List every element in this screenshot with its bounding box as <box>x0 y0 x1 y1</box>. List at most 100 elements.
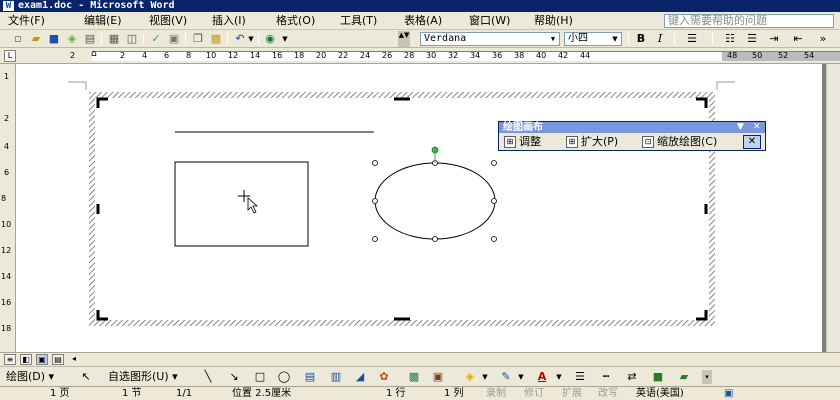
text-wrapping-icon[interactable]: ✕ <box>743 135 761 149</box>
toolbar-options-icon[interactable]: ▲▼ <box>398 31 410 47</box>
paste-icon[interactable]: ▩ <box>208 32 224 46</box>
rectangle-tool-icon[interactable]: □ <box>252 370 268 384</box>
horizontal-ruler[interactable]: L ⌂ 2 2 4 6 8 10 12 14 16 18 20 22 24 26… <box>0 48 840 64</box>
align-center-icon[interactable]: ☰ <box>684 32 700 46</box>
spelling-status-icon[interactable]: ▣ <box>724 387 733 400</box>
status-extend[interactable]: 扩展 <box>562 387 582 400</box>
menu-help[interactable]: 帮助(H) <box>532 14 575 28</box>
shadow-icon[interactable]: ■ <box>650 370 666 384</box>
numbering-icon[interactable]: ☷ <box>722 32 738 46</box>
scroll-left-icon[interactable]: ◂ <box>68 354 80 365</box>
menu-file[interactable]: 文件(F) <box>6 14 47 28</box>
menu-table[interactable]: 表格(A) <box>402 14 444 28</box>
research-icon[interactable]: ▣ <box>166 32 182 46</box>
spelling-icon[interactable]: ✓ <box>148 32 164 46</box>
toolbar-options-icon[interactable]: ▾ <box>702 370 712 384</box>
rotation-handle[interactable] <box>431 146 439 154</box>
ruler-number: 18 <box>294 51 305 60</box>
chevron-down-icon[interactable]: ▼ <box>480 370 490 384</box>
globe-dropdown-icon[interactable]: ▼ <box>280 32 290 46</box>
diagram-icon[interactable]: ✿ <box>376 370 392 384</box>
tab-stop-selector[interactable]: L <box>4 50 16 62</box>
print-layout-icon[interactable]: ▣ <box>36 354 48 365</box>
vertical-scrollbar[interactable] <box>826 64 840 352</box>
menu-edit[interactable]: 编辑(E) <box>82 14 124 28</box>
ruler-number: 50 <box>752 51 763 60</box>
chevron-down-icon[interactable]: ▼ <box>610 33 620 45</box>
menu-tools[interactable]: 工具(T) <box>338 14 379 28</box>
indent-icon[interactable]: ⇥ <box>766 32 782 46</box>
print-preview-icon[interactable]: ▤ <box>82 32 98 46</box>
document-page[interactable] <box>16 64 822 352</box>
save-icon[interactable]: ■ <box>46 32 62 46</box>
line-tool-icon[interactable]: ╲ <box>200 370 216 384</box>
wordart-icon[interactable]: ◢ <box>352 370 368 384</box>
help-question-input[interactable]: 键入需要帮助的问题 <box>664 14 834 28</box>
select-objects-icon[interactable]: ↖ <box>78 370 94 384</box>
outdent-icon[interactable]: ⇤ <box>790 32 806 46</box>
copy-icon[interactable]: ❐ <box>190 32 206 46</box>
chevron-down-icon[interactable]: ▼ <box>516 370 526 384</box>
ruler-number: 4 <box>142 51 148 60</box>
font-size-select[interactable]: 小四 ▼ <box>564 32 622 46</box>
clipart-icon[interactable]: ▩ <box>406 370 422 384</box>
menu-insert[interactable]: 插入(I) <box>210 14 248 28</box>
indent-marker-icon[interactable]: ⌂ <box>91 49 97 59</box>
ellipse-shape[interactable] <box>374 162 496 240</box>
toolbar-options-icon[interactable]: ▼ <box>737 122 744 133</box>
font-color-icon[interactable]: A <box>534 370 550 384</box>
chevron-down-icon[interactable]: ▼ <box>548 33 558 45</box>
insert-picture-icon[interactable]: ▣ <box>430 370 446 384</box>
line-color-icon[interactable]: ✎ <box>498 370 514 384</box>
dash-style-icon[interactable]: ┅ <box>598 370 614 384</box>
vertical-ruler[interactable]: 1 2 4 6 8 10 12 14 16 18 <box>0 64 16 352</box>
drawing-canvas-toolbar: 绘图画布 ▼ ✕ ⊞ 调整 ⊞ 扩大(P) ⊡ 缩放绘图(C) ✕ <box>498 121 766 151</box>
menu-view[interactable]: 视图(V) <box>147 14 189 28</box>
rectangle-shape[interactable] <box>174 161 309 247</box>
status-page: 1 页 <box>50 388 70 399</box>
fill-color-icon[interactable]: ◈ <box>462 370 478 384</box>
font-name-select[interactable]: Verdana ▼ <box>420 32 560 46</box>
toolbar-separator <box>674 33 675 45</box>
line-style-icon[interactable]: ☰ <box>572 370 588 384</box>
status-track-changes[interactable]: 修订 <box>524 387 544 400</box>
reading-view-icon[interactable]: ▤ <box>52 354 64 365</box>
ruler-number: 6 <box>4 168 10 177</box>
new-document-icon[interactable]: ▫ <box>10 32 26 46</box>
3d-style-icon[interactable]: ▰ <box>676 370 692 384</box>
word-app-icon[interactable]: W <box>3 1 14 11</box>
print-icon[interactable]: ▦ <box>106 32 122 46</box>
horizontal-scrollbar[interactable]: ≡ ◧ ▣ ▤ ◂ <box>0 352 840 366</box>
bold-button[interactable]: B <box>633 32 649 46</box>
close-icon[interactable]: ✕ <box>753 122 761 133</box>
arrow-tool-icon[interactable]: ↘ <box>226 370 242 384</box>
preview-icon[interactable]: ◫ <box>124 32 140 46</box>
status-overtype[interactable]: 改写 <box>598 387 618 400</box>
oval-tool-icon[interactable]: ◯ <box>276 370 292 384</box>
crop-mark <box>716 81 735 90</box>
toolbar-overflow-icon[interactable]: » <box>815 32 831 46</box>
web-view-icon[interactable]: ◧ <box>20 354 32 365</box>
italic-button[interactable]: I <box>652 32 668 46</box>
menu-format[interactable]: 格式(O) <box>274 14 317 28</box>
vertical-textbox-icon[interactable]: ▥ <box>328 370 344 384</box>
status-record[interactable]: 录制 <box>486 387 506 400</box>
permission-icon[interactable]: ◈ <box>64 32 80 46</box>
canvas-toolbar-titlebar[interactable]: 绘图画布 ▼ ✕ <box>499 122 765 133</box>
fit-button[interactable]: ⊞ 调整 <box>503 135 541 149</box>
menu-window[interactable]: 窗口(W) <box>467 14 512 28</box>
textbox-tool-icon[interactable]: ▤ <box>302 370 318 384</box>
scale-drawing-button[interactable]: ⊡ 缩放绘图(C) <box>641 135 717 149</box>
normal-view-icon[interactable]: ≡ <box>4 354 16 365</box>
scale-icon: ⊡ <box>642 136 654 148</box>
arrow-style-icon[interactable]: ⇄ <box>624 370 640 384</box>
undo-dropdown-icon[interactable]: ▼ <box>246 32 256 46</box>
web-globe-icon[interactable]: ◉ <box>262 32 278 46</box>
autoshapes-menu-button[interactable]: 自选图形(U) ▾ <box>108 370 178 384</box>
ruler-number: 2 <box>70 51 76 60</box>
open-folder-icon[interactable]: ▰ <box>28 32 44 46</box>
expand-button[interactable]: ⊞ 扩大(P) <box>565 135 618 149</box>
bullets-icon[interactable]: ☰ <box>744 32 760 46</box>
draw-menu-button[interactable]: 绘图(D) ▾ <box>6 370 54 384</box>
chevron-down-icon[interactable]: ▼ <box>554 370 564 384</box>
